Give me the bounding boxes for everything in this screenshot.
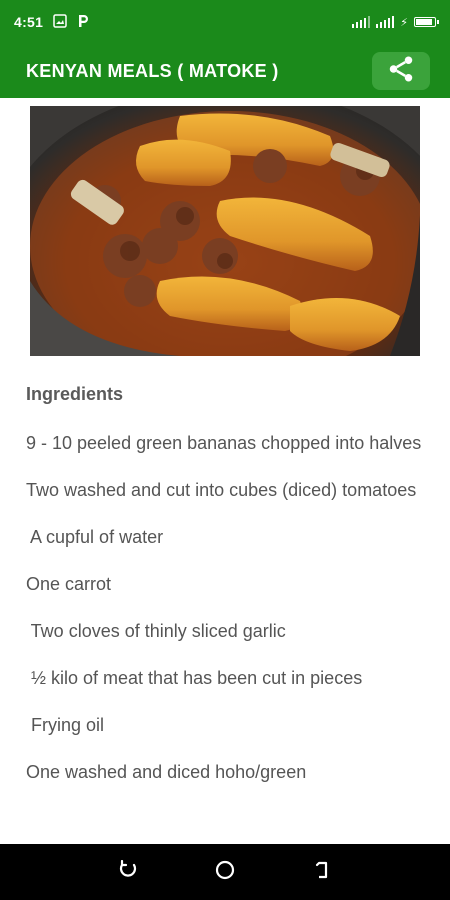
battery-icon <box>414 17 439 27</box>
page-title: KENYAN MEALS ( MATOKE ) <box>26 60 279 81</box>
signal-icon-2 <box>376 16 395 28</box>
ingredient-item: Frying oil <box>26 715 105 735</box>
ingredient-item: A cupful of water <box>26 527 164 547</box>
ingredient-item: One washed and diced hoho/green <box>26 762 307 782</box>
charging-icon: ⚡ <box>400 16 408 29</box>
back-icon[interactable] <box>312 860 332 885</box>
ingredient-item: 9 - 10 peeled green bananas chopped into… <box>26 433 422 453</box>
status-time: 4:51 <box>14 14 44 30</box>
app-bar: KENYAN MEALS ( MATOKE ) <box>0 44 450 98</box>
navigation-bar <box>0 844 450 900</box>
matoke-dish-photo <box>30 106 420 356</box>
gallery-icon <box>53 13 67 31</box>
home-icon[interactable] <box>214 859 236 886</box>
recipe-content[interactable]: Ingredients 9 - 10 peeled green bananas … <box>0 98 450 844</box>
recents-icon[interactable] <box>118 859 138 885</box>
signal-icon <box>352 16 371 28</box>
status-right: ⚡ <box>352 16 439 29</box>
status-left: 4:51 <box>14 13 89 31</box>
ingredients-section: Ingredients 9 - 10 peeled green bananas … <box>26 384 426 807</box>
ingredient-item: Two washed and cut into cubes (diced) to… <box>26 480 417 500</box>
status-bar: 4:51 ⚡ <box>0 0 450 44</box>
ingredient-item: Two cloves of thinly sliced garlic <box>26 621 286 641</box>
p-notification-icon <box>77 14 89 31</box>
share-button[interactable] <box>372 52 430 90</box>
ingredient-item: ½ kilo of meat that has been cut in piec… <box>26 668 363 688</box>
ingredient-item: One carrot <box>26 574 112 594</box>
share-icon <box>386 54 416 89</box>
ingredients-heading: Ingredients <box>26 384 124 404</box>
